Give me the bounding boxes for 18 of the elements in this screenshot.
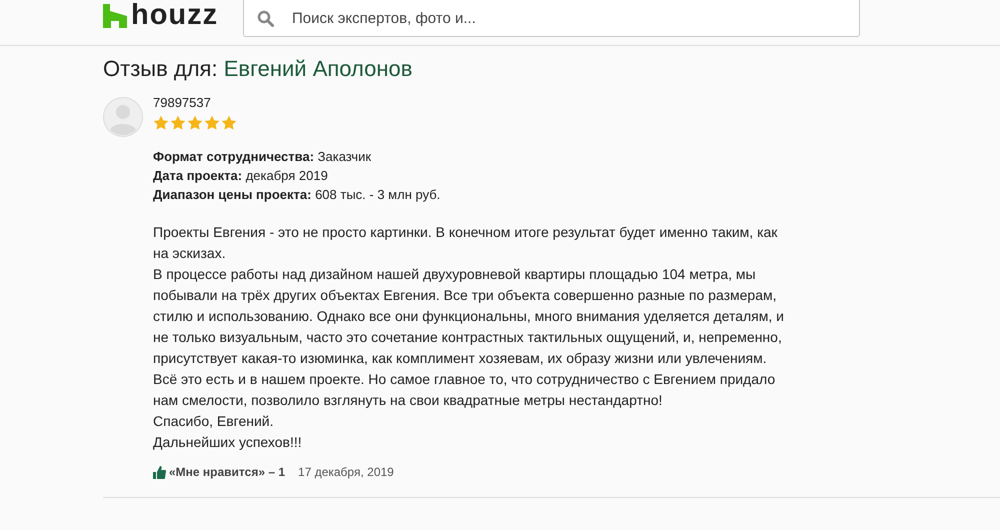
review-paragraph: Проекты Евгения - это не просто картинки. В конечном итоге результат будет именно таким, как на эскизах. [153, 223, 778, 263]
review-date: 17 декабря, 2019 [298, 464, 394, 481]
author-name[interactable]: 79897537 [153, 95, 793, 111]
search-icon [257, 10, 275, 28]
avatar-icon [103, 97, 143, 137]
project-detail: Формат сотрудничества: Заказчик [153, 148, 372, 166]
thumbs-up-icon[interactable] [153, 466, 166, 478]
page-title: Отзыв для: [103, 56, 218, 81]
project-detail: Диапазон цены проекта: 608 тыс. - 3 млн руб. [153, 186, 442, 204]
expert-name-link[interactable]: Евгений Аполонов [224, 56, 412, 81]
review-paragraph: В процессе работы над дизайном нашей двухуровневой квартиры площадью 104 метра, мы побывали на трёх других объектах Евгения. Все три объекта совершенно разные по размерам, стилю и использованию. Однако все они функциональны, много внимания уделяется деталям, и не только визуальным, часто это сочетание контрастных тактильных ощущений, и, непременно, присутствует какая-то изюминка, как комплимент хозяевам, их образу жизни или увлечениям. [153, 265, 785, 368]
project-detail: Дата проекта: декабря 2019 [153, 167, 329, 185]
logo-text[interactable]: houzz [131, 1, 218, 30]
like-link[interactable]: «Мне нравится» – 1 [169, 463, 286, 481]
review-paragraph: Спасибо, Евгений. [153, 412, 275, 431]
review-paragraph: Всё это есть и в нашем проекте. Но самое главное то, что сотрудничество с Евгением придало нам смелости, позволило взглянуть на свои квадратные метры нестандартно! [153, 370, 776, 410]
search-field[interactable]: Поиск экспертов, фото и... [243, 0, 860, 37]
review-paragraph: Дальнейших успехов!!! [153, 433, 303, 452]
